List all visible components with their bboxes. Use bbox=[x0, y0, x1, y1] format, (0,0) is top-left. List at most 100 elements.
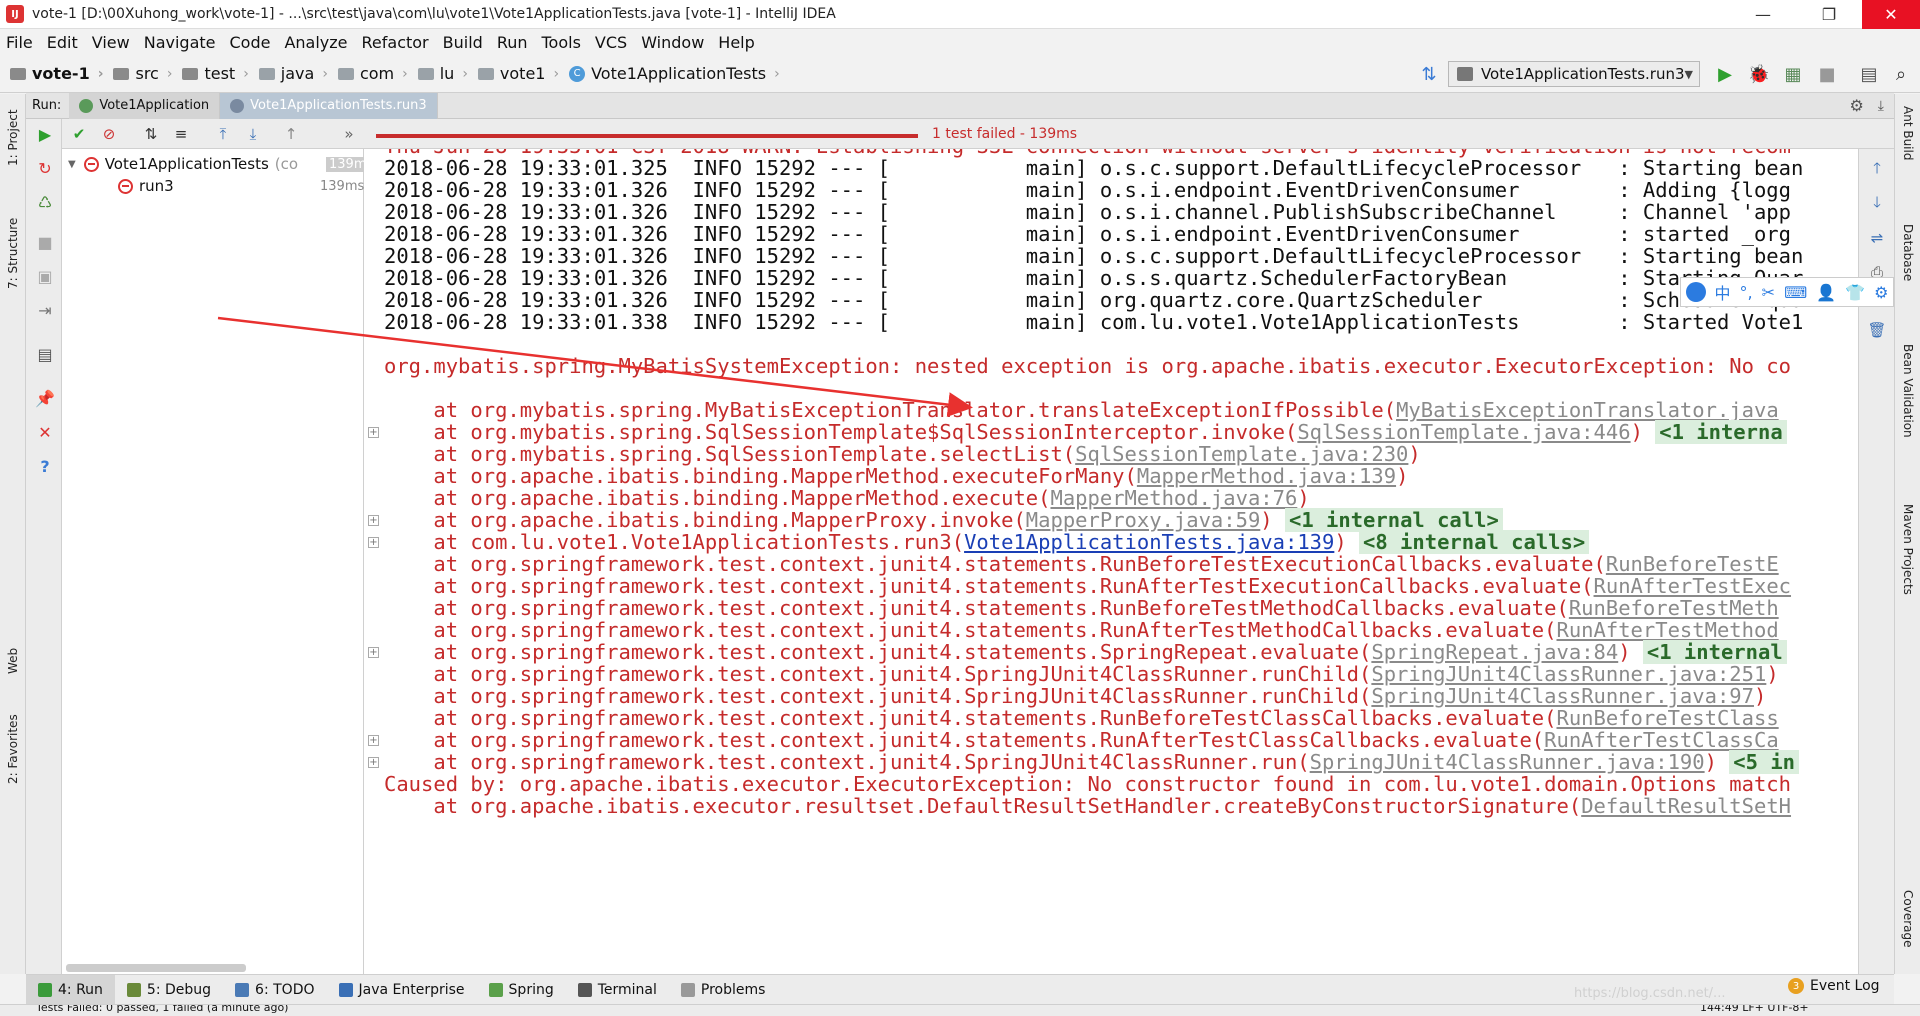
ime-user-icon[interactable]: 👤 bbox=[1816, 283, 1836, 302]
minimize-button[interactable]: — bbox=[1740, 0, 1786, 29]
ant-build-tool-tab[interactable]: Ant Build bbox=[1901, 106, 1915, 160]
breadcrumb-java[interactable]: java › bbox=[258, 64, 334, 83]
tool-tab-problems[interactable]: Problems bbox=[669, 975, 778, 1005]
trash-icon[interactable]: 🗑 bbox=[1866, 319, 1888, 341]
expand-fold-icon[interactable]: + bbox=[368, 735, 379, 746]
tab-vote1application[interactable]: Vote1Application bbox=[69, 92, 221, 119]
menu-view[interactable]: View bbox=[92, 33, 130, 52]
tool-window-icon bbox=[680, 982, 695, 997]
chevron-right-icon: › bbox=[553, 65, 560, 82]
help-icon[interactable]: ? bbox=[34, 455, 56, 477]
ime-skin-icon[interactable]: 👕 bbox=[1845, 283, 1865, 302]
menu-tools[interactable]: Tools bbox=[542, 33, 581, 52]
pin-icon[interactable]: 📌 bbox=[34, 387, 56, 409]
menu-vcs[interactable]: VCS bbox=[595, 33, 627, 52]
show-ignored-icon[interactable]: ⊘ bbox=[98, 123, 120, 145]
horizontal-scrollbar[interactable] bbox=[66, 964, 246, 972]
gear-icon[interactable]: ⚙ bbox=[1849, 96, 1863, 115]
expand-all-icon[interactable]: ⤒ bbox=[212, 123, 234, 145]
expand-fold-icon[interactable]: + bbox=[368, 647, 379, 658]
project-tool-tab[interactable]: 1: Project bbox=[6, 109, 20, 166]
database-tool-tab[interactable]: Database bbox=[1901, 224, 1915, 281]
tool-tab-4-run[interactable]: 4: Run bbox=[26, 974, 115, 1005]
arrow-up-icon[interactable]: 🡑 bbox=[1866, 159, 1888, 181]
breadcrumb-vote-1[interactable]: vote-1 › bbox=[10, 64, 109, 83]
sort-by-duration-icon[interactable]: ≡ bbox=[170, 123, 192, 145]
menu-refactor[interactable]: Refactor bbox=[362, 33, 429, 52]
layout-icon[interactable]: ▤ bbox=[34, 343, 56, 365]
debug-icon[interactable]: 🐞 bbox=[1748, 63, 1770, 85]
menu-help[interactable]: Help bbox=[718, 33, 754, 52]
tool-window-icon bbox=[235, 982, 250, 997]
menu-build[interactable]: Build bbox=[443, 33, 483, 52]
test-tree-item-run3[interactable]: run3 139ms bbox=[118, 175, 364, 197]
expand-fold-icon[interactable]: + bbox=[368, 537, 379, 548]
soft-wrap-icon[interactable]: ⇌ bbox=[1866, 227, 1888, 249]
run-icon[interactable]: ▶ bbox=[1714, 63, 1736, 85]
menu-run[interactable]: Run bbox=[497, 33, 528, 52]
stop-icon[interactable]: ■ bbox=[1816, 63, 1838, 85]
source-link[interactable]: DefaultResultSetH bbox=[1581, 794, 1791, 818]
breadcrumb-src[interactable]: src › bbox=[113, 64, 178, 83]
menu-file[interactable]: File bbox=[6, 33, 33, 52]
menu-navigate[interactable]: Navigate bbox=[144, 33, 216, 52]
bean-validation-tool-tab[interactable]: Bean Validation bbox=[1901, 344, 1915, 438]
arrow-down-icon[interactable]: 🡓 bbox=[1866, 193, 1888, 215]
breadcrumb-vote1applicationtests[interactable]: C Vote1ApplicationTests › bbox=[569, 64, 786, 83]
run-config-selector[interactable]: Vote1ApplicationTests.run3 ▼ bbox=[1448, 61, 1700, 87]
tab-vote1applicationtests-run3[interactable]: Vote1ApplicationTests.run3 bbox=[220, 92, 438, 119]
tool-tab-terminal[interactable]: Terminal bbox=[566, 975, 669, 1005]
ime-keyboard-icon[interactable]: ⌨ bbox=[1784, 283, 1807, 302]
spring-boot-icon bbox=[79, 98, 94, 113]
menu-analyze[interactable]: Analyze bbox=[284, 33, 347, 52]
exit-icon[interactable]: ⇥ bbox=[34, 299, 56, 321]
sort-alphabetically-icon[interactable]: ⇅ bbox=[140, 123, 162, 145]
more-icon[interactable]: » bbox=[338, 123, 360, 145]
show-passed-icon[interactable]: ✔ bbox=[68, 123, 90, 145]
toggle-auto-test-icon[interactable]: ♺ bbox=[34, 191, 56, 213]
ime-settings-icon[interactable]: ⚙ bbox=[1874, 283, 1888, 302]
menu-window[interactable]: Window bbox=[641, 33, 704, 52]
ime-punct-icon[interactable]: °, bbox=[1740, 283, 1753, 302]
breadcrumb-test[interactable]: test › bbox=[182, 64, 254, 83]
breadcrumb-com[interactable]: com › bbox=[337, 64, 414, 83]
menu-edit[interactable]: Edit bbox=[47, 33, 78, 52]
expand-fold-icon[interactable]: + bbox=[368, 515, 379, 526]
stop-icon[interactable]: ■ bbox=[34, 231, 56, 253]
maximize-button[interactable]: ❐ bbox=[1806, 0, 1852, 29]
ime-chinese-icon[interactable]: 中 bbox=[1715, 280, 1731, 304]
previous-failed-icon[interactable]: ↑ bbox=[280, 123, 302, 145]
tool-tab-5-debug[interactable]: 5: Debug bbox=[115, 975, 223, 1005]
menu-code[interactable]: Code bbox=[230, 33, 271, 52]
build-sort-icon[interactable]: ⇅ bbox=[1418, 63, 1440, 85]
hide-panel-icon[interactable]: ⤓ bbox=[1878, 98, 1884, 114]
expand-fold-icon[interactable]: + bbox=[368, 757, 379, 768]
tool-tab-spring[interactable]: Spring bbox=[477, 975, 566, 1005]
collapse-all-icon[interactable]: ⤓ bbox=[242, 123, 264, 145]
folder-icon bbox=[258, 67, 275, 80]
tool-tab-java-enterprise[interactable]: Java Enterprise bbox=[327, 975, 477, 1005]
rerun-icon[interactable]: ▶ bbox=[34, 123, 56, 145]
close-button[interactable]: ✕ bbox=[1862, 0, 1920, 29]
project-structure-icon[interactable]: ▤ bbox=[1858, 63, 1880, 85]
search-icon[interactable]: ⌕ bbox=[1890, 63, 1912, 85]
ime-logo-icon[interactable] bbox=[1685, 282, 1706, 302]
coverage-icon[interactable]: ▦ bbox=[1782, 63, 1804, 85]
ime-tools-icon[interactable]: ✂ bbox=[1762, 283, 1775, 302]
expand-fold-icon[interactable]: + bbox=[368, 427, 379, 438]
favorites-tool-tab[interactable]: 2: Favorites bbox=[6, 714, 20, 784]
breadcrumb-vote1[interactable]: vote1 › bbox=[477, 64, 565, 83]
internal-calls-fold[interactable]: <1 interna bbox=[1655, 420, 1787, 444]
console-output[interactable]: Thu Jun 28 19:33:01 CST 2018 WARN: Estab… bbox=[364, 149, 1858, 974]
camera-icon[interactable]: ▣ bbox=[34, 265, 56, 287]
event-log-tab[interactable]: 3 Event Log bbox=[1788, 978, 1880, 994]
web-tool-tab[interactable]: Web bbox=[6, 648, 20, 674]
tool-tab-6-todo[interactable]: 6: TODO bbox=[223, 975, 326, 1005]
coverage-tool-tab[interactable]: Coverage bbox=[1901, 890, 1915, 948]
breadcrumb-lu[interactable]: lu › bbox=[417, 64, 474, 83]
close-icon[interactable]: ✕ bbox=[34, 421, 56, 443]
test-tree-root[interactable]: ▼ Vote1ApplicationTests (co 139ms bbox=[68, 153, 377, 175]
rerun-failed-icon[interactable]: ↻ bbox=[34, 157, 56, 179]
structure-tool-tab[interactable]: 7: Structure bbox=[6, 218, 20, 289]
maven-projects-tool-tab[interactable]: Maven Projects bbox=[1901, 504, 1915, 595]
